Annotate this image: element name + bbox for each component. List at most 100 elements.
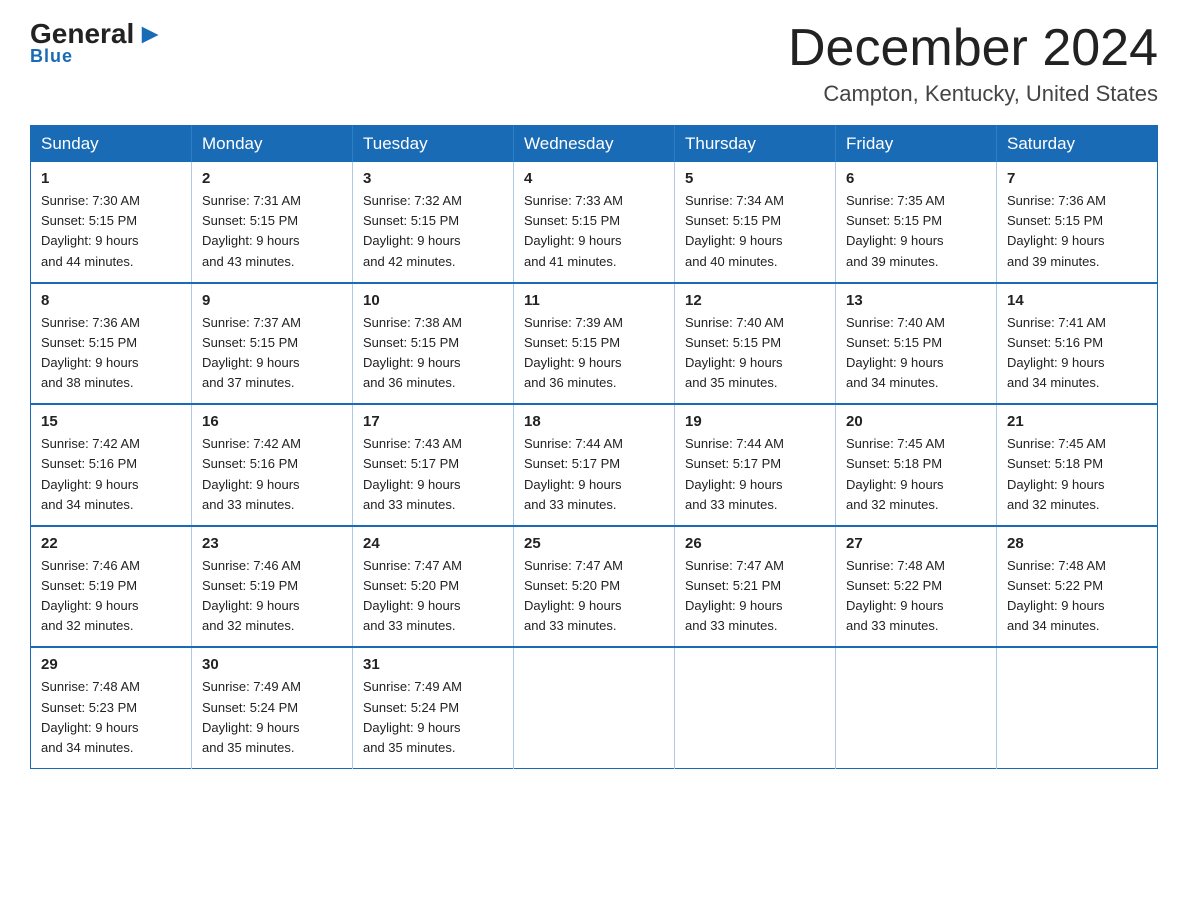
calendar-cell: 31Sunrise: 7:49 AMSunset: 5:24 PMDayligh… <box>353 647 514 768</box>
calendar-cell: 6 Sunrise: 7:35 AMSunset: 5:15 PMDaylight… <box>836 162 997 283</box>
calendar-cell: 11 Sunrise: 7:39 AMSunset: 5:15 PMDayligh… <box>514 283 675 405</box>
day-sun-info: Sunrise: 7:32 AMSunset: 5:15 PMDaylight:… <box>363 191 503 272</box>
weekday-header-saturday: Saturday <box>997 126 1158 163</box>
calendar-cell <box>836 647 997 768</box>
weekday-header-row: SundayMondayTuesdayWednesdayThursdayFrid… <box>31 126 1158 163</box>
calendar-cell: 21 Sunrise: 7:45 AMSunset: 5:18 PMDayligh… <box>997 404 1158 526</box>
day-number: 16 <box>202 413 342 430</box>
calendar-cell: 12 Sunrise: 7:40 AMSunset: 5:15 PMDayligh… <box>675 283 836 405</box>
calendar-week-row: 29Sunrise: 7:48 AMSunset: 5:23 PMDayligh… <box>31 647 1158 768</box>
day-number: 24 <box>363 535 503 552</box>
calendar-week-row: 1 Sunrise: 7:30 AMSunset: 5:15 PMDaylight… <box>31 162 1158 283</box>
calendar-title-area: December 2024 Campton, Kentucky, United … <box>788 20 1158 107</box>
calendar-cell: 24 Sunrise: 7:47 AMSunset: 5:20 PMDayligh… <box>353 526 514 648</box>
day-sun-info: Sunrise: 7:31 AMSunset: 5:15 PMDaylight:… <box>202 191 342 272</box>
day-number: 18 <box>524 413 664 430</box>
calendar-week-row: 8 Sunrise: 7:36 AMSunset: 5:15 PMDaylight… <box>31 283 1158 405</box>
day-number: 2 <box>202 170 342 187</box>
day-number: 19 <box>685 413 825 430</box>
day-number: 27 <box>846 535 986 552</box>
calendar-cell: 14 Sunrise: 7:41 AMSunset: 5:16 PMDayligh… <box>997 283 1158 405</box>
calendar-cell: 16 Sunrise: 7:42 AMSunset: 5:16 PMDayligh… <box>192 404 353 526</box>
weekday-header-tuesday: Tuesday <box>353 126 514 163</box>
calendar-cell: 9Sunrise: 7:37 AMSunset: 5:15 PMDaylight… <box>192 283 353 405</box>
day-number: 12 <box>685 292 825 309</box>
calendar-cell: 22 Sunrise: 7:46 AMSunset: 5:19 PMDayligh… <box>31 526 192 648</box>
calendar-cell: 29Sunrise: 7:48 AMSunset: 5:23 PMDayligh… <box>31 647 192 768</box>
day-sun-info: Sunrise: 7:41 AMSunset: 5:16 PMDaylight:… <box>1007 313 1147 394</box>
day-sun-info: Sunrise: 7:35 AMSunset: 5:15 PMDaylight:… <box>846 191 986 272</box>
day-sun-info: Sunrise: 7:47 AMSunset: 5:20 PMDaylight:… <box>524 556 664 637</box>
day-sun-info: Sunrise: 7:40 AMSunset: 5:15 PMDaylight:… <box>846 313 986 394</box>
day-number: 25 <box>524 535 664 552</box>
day-number: 9 <box>202 292 342 309</box>
day-sun-info: Sunrise: 7:49 AMSunset: 5:24 PMDaylight:… <box>202 677 342 758</box>
day-sun-info: Sunrise: 7:36 AMSunset: 5:15 PMDaylight:… <box>41 313 181 394</box>
calendar-cell: 28 Sunrise: 7:48 AMSunset: 5:22 PMDayligh… <box>997 526 1158 648</box>
day-sun-info: Sunrise: 7:42 AMSunset: 5:16 PMDaylight:… <box>202 434 342 515</box>
day-number: 10 <box>363 292 503 309</box>
day-number: 29 <box>41 656 181 673</box>
logo-triangle-icon: ► <box>136 20 164 48</box>
day-number: 20 <box>846 413 986 430</box>
logo-blue-text: Blue <box>30 46 73 67</box>
calendar-cell: 8 Sunrise: 7:36 AMSunset: 5:15 PMDaylight… <box>31 283 192 405</box>
day-sun-info: Sunrise: 7:45 AMSunset: 5:18 PMDaylight:… <box>846 434 986 515</box>
calendar-table: SundayMondayTuesdayWednesdayThursdayFrid… <box>30 125 1158 769</box>
day-number: 17 <box>363 413 503 430</box>
weekday-header-wednesday: Wednesday <box>514 126 675 163</box>
calendar-cell: 4Sunrise: 7:33 AMSunset: 5:15 PMDaylight… <box>514 162 675 283</box>
day-sun-info: Sunrise: 7:46 AMSunset: 5:19 PMDaylight:… <box>41 556 181 637</box>
day-sun-info: Sunrise: 7:48 AMSunset: 5:22 PMDaylight:… <box>1007 556 1147 637</box>
calendar-cell: 15 Sunrise: 7:42 AMSunset: 5:16 PMDayligh… <box>31 404 192 526</box>
calendar-cell: 7 Sunrise: 7:36 AMSunset: 5:15 PMDaylight… <box>997 162 1158 283</box>
day-sun-info: Sunrise: 7:40 AMSunset: 5:15 PMDaylight:… <box>685 313 825 394</box>
day-sun-info: Sunrise: 7:47 AMSunset: 5:21 PMDaylight:… <box>685 556 825 637</box>
day-number: 11 <box>524 292 664 309</box>
day-number: 30 <box>202 656 342 673</box>
calendar-cell: 27 Sunrise: 7:48 AMSunset: 5:22 PMDayligh… <box>836 526 997 648</box>
calendar-cell <box>514 647 675 768</box>
day-number: 1 <box>41 170 181 187</box>
day-number: 5 <box>685 170 825 187</box>
calendar-cell: 23Sunrise: 7:46 AMSunset: 5:19 PMDayligh… <box>192 526 353 648</box>
day-number: 22 <box>41 535 181 552</box>
day-sun-info: Sunrise: 7:46 AMSunset: 5:19 PMDaylight:… <box>202 556 342 637</box>
day-number: 31 <box>363 656 503 673</box>
day-sun-info: Sunrise: 7:45 AMSunset: 5:18 PMDaylight:… <box>1007 434 1147 515</box>
calendar-week-row: 22 Sunrise: 7:46 AMSunset: 5:19 PMDayligh… <box>31 526 1158 648</box>
location-subtitle: Campton, Kentucky, United States <box>788 81 1158 107</box>
day-number: 28 <box>1007 535 1147 552</box>
day-number: 15 <box>41 413 181 430</box>
page-header: General ► Blue December 2024 Campton, Ke… <box>30 20 1158 107</box>
weekday-header-thursday: Thursday <box>675 126 836 163</box>
day-sun-info: Sunrise: 7:42 AMSunset: 5:16 PMDaylight:… <box>41 434 181 515</box>
day-sun-info: Sunrise: 7:34 AMSunset: 5:15 PMDaylight:… <box>685 191 825 272</box>
calendar-cell: 19Sunrise: 7:44 AMSunset: 5:17 PMDayligh… <box>675 404 836 526</box>
day-number: 8 <box>41 292 181 309</box>
day-number: 6 <box>846 170 986 187</box>
weekday-header-sunday: Sunday <box>31 126 192 163</box>
day-number: 14 <box>1007 292 1147 309</box>
calendar-cell: 10 Sunrise: 7:38 AMSunset: 5:15 PMDayligh… <box>353 283 514 405</box>
day-sun-info: Sunrise: 7:39 AMSunset: 5:15 PMDaylight:… <box>524 313 664 394</box>
calendar-cell: 5 Sunrise: 7:34 AMSunset: 5:15 PMDaylight… <box>675 162 836 283</box>
day-sun-info: Sunrise: 7:30 AMSunset: 5:15 PMDaylight:… <box>41 191 181 272</box>
day-number: 4 <box>524 170 664 187</box>
day-number: 21 <box>1007 413 1147 430</box>
day-sun-info: Sunrise: 7:47 AMSunset: 5:20 PMDaylight:… <box>363 556 503 637</box>
calendar-cell: 18 Sunrise: 7:44 AMSunset: 5:17 PMDayligh… <box>514 404 675 526</box>
calendar-cell: 25 Sunrise: 7:47 AMSunset: 5:20 PMDayligh… <box>514 526 675 648</box>
calendar-cell: 3Sunrise: 7:32 AMSunset: 5:15 PMDaylight… <box>353 162 514 283</box>
day-sun-info: Sunrise: 7:44 AMSunset: 5:17 PMDaylight:… <box>524 434 664 515</box>
calendar-cell: 13Sunrise: 7:40 AMSunset: 5:15 PMDayligh… <box>836 283 997 405</box>
day-sun-info: Sunrise: 7:38 AMSunset: 5:15 PMDaylight:… <box>363 313 503 394</box>
logo-general-text: General <box>30 20 134 48</box>
day-sun-info: Sunrise: 7:48 AMSunset: 5:22 PMDaylight:… <box>846 556 986 637</box>
day-number: 7 <box>1007 170 1147 187</box>
day-number: 26 <box>685 535 825 552</box>
weekday-header-monday: Monday <box>192 126 353 163</box>
day-sun-info: Sunrise: 7:36 AMSunset: 5:15 PMDaylight:… <box>1007 191 1147 272</box>
calendar-cell: 1 Sunrise: 7:30 AMSunset: 5:15 PMDaylight… <box>31 162 192 283</box>
month-year-title: December 2024 <box>788 20 1158 77</box>
